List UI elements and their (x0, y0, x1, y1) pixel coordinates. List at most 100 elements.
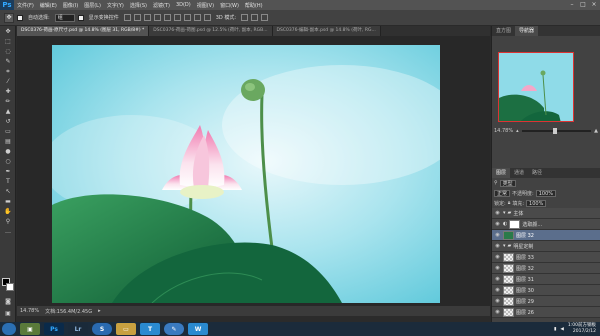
screen-mode-icon[interactable]: ▣ (2, 309, 14, 318)
eye-icon[interactable]: ◉ (494, 243, 501, 249)
layer-row[interactable]: ◉ ▾ ▰ 明星定制 (492, 241, 600, 252)
eraser-icon[interactable]: ▭ (2, 127, 14, 136)
history-brush-icon[interactable]: ↺ (2, 117, 14, 126)
brush-icon[interactable]: ✏ (2, 97, 14, 106)
tab-layers[interactable]: 图层 (492, 168, 511, 178)
layer-row[interactable]: ◉ 图层 31 (492, 274, 600, 285)
taskbar-folder-icon[interactable]: ▭ (116, 323, 136, 335)
auto-select-dropdown[interactable]: 组 (54, 13, 75, 22)
lotus-photo[interactable] (52, 45, 440, 303)
eye-icon[interactable]: ◉ (494, 210, 501, 216)
3d-roll-icon[interactable] (251, 14, 259, 21)
3d-rotate-icon[interactable] (241, 14, 249, 21)
shape-icon[interactable]: ▬ (2, 197, 14, 206)
3d-pan-icon[interactable] (261, 14, 269, 21)
eye-icon[interactable]: ◉ (494, 221, 501, 227)
pen-icon[interactable]: ✒ (2, 167, 14, 176)
doc-tab-2[interactable]: DSC0376-荷画-荷图.psd @ 12.5% (荷叶, 副本, RGB..… (149, 26, 273, 36)
menu-view[interactable]: 视图(V) (194, 2, 217, 9)
taskbar-lightroom[interactable]: Lr (68, 323, 88, 335)
clock[interactable]: 1:00前方钢板 2017/2/12 (568, 323, 596, 335)
menu-layer[interactable]: 图层(L) (81, 2, 104, 9)
nav-zoom-slider[interactable] (521, 128, 592, 134)
layer-row[interactable]: ◉ 图层 29 (492, 296, 600, 307)
doc-tab-3[interactable]: DSC0376-编辑-副本.psd @ 14.8% (荷叶, RG... (272, 26, 381, 36)
zoom-in-icon[interactable]: ▲ (594, 128, 598, 134)
layer-row[interactable]: ◉ ◐ 选取颜... (492, 219, 600, 230)
menu-type[interactable]: 文字(Y) (104, 2, 127, 9)
eye-icon[interactable]: ◉ (494, 298, 501, 304)
maximize-icon[interactable]: □ (579, 1, 587, 8)
eye-icon[interactable]: ◉ (494, 276, 501, 282)
layer-filter-dropdown[interactable]: 类型 (499, 179, 516, 187)
menu-window[interactable]: 窗口(W) (217, 2, 242, 9)
move-tool-icon[interactable]: ✥ (4, 12, 14, 23)
taskbar-app-t[interactable]: T (140, 323, 160, 335)
menu-filter[interactable]: 滤镜(T) (150, 2, 173, 9)
menu-select[interactable]: 选择(S) (127, 2, 150, 9)
menu-image[interactable]: 图像(I) (60, 2, 81, 9)
navigator-thumbnail[interactable] (498, 52, 574, 122)
close-icon[interactable]: × (590, 1, 598, 8)
eye-icon[interactable]: ◉ (494, 287, 501, 293)
zoom-icon[interactable]: ⚲ (2, 217, 14, 226)
taskbar-explorer-icon[interactable]: ▣ (20, 323, 40, 335)
eye-icon[interactable]: ◉ (494, 232, 501, 238)
align-top-icon[interactable] (123, 14, 131, 21)
minimize-icon[interactable]: – (568, 1, 576, 8)
eye-icon[interactable]: ◉ (494, 309, 501, 315)
more-tools-icon[interactable]: … (2, 227, 14, 236)
align-right-icon[interactable] (173, 14, 181, 21)
eye-icon[interactable]: ◉ (494, 265, 501, 271)
quick-mask-icon[interactable]: ◙ (2, 297, 14, 306)
tab-channels[interactable]: 通道 (510, 168, 528, 178)
tab-paths[interactable]: 路径 (528, 168, 546, 178)
zoom-out-icon[interactable]: ▴ (516, 128, 519, 134)
menu-file[interactable]: 文件(F) (14, 2, 37, 9)
layer-row[interactable]: ◉ 图层 26 (492, 307, 600, 318)
status-arrow-icon[interactable]: ▸ (98, 308, 101, 314)
taskbar-app-s[interactable]: S (92, 323, 112, 335)
hand-icon[interactable]: ✋ (2, 207, 14, 216)
auto-select-checkbox[interactable] (17, 14, 23, 21)
distribute-2-icon[interactable] (193, 14, 201, 21)
path-select-icon[interactable]: ↖ (2, 187, 14, 196)
align-center-icon[interactable] (163, 14, 171, 21)
group-arrow-icon[interactable]: ▾ (503, 210, 506, 216)
type-icon[interactable]: T (2, 177, 14, 186)
status-zoom[interactable]: 14.78% (20, 308, 39, 314)
menu-edit[interactable]: 编辑(E) (37, 2, 60, 9)
tray-network-icon[interactable]: ▮ (554, 327, 556, 332)
distribute-3-icon[interactable] (203, 14, 211, 21)
nav-zoom-knob[interactable] (552, 128, 557, 134)
eyedropper-icon[interactable]: ⁄ (2, 77, 14, 86)
menu-3d[interactable]: 3D(D) (173, 2, 194, 8)
lasso-icon[interactable]: ◌ (2, 47, 14, 56)
healing-icon[interactable]: ✚ (2, 87, 14, 96)
blur-icon[interactable]: ● (2, 147, 14, 156)
taskbar-photoshop[interactable]: Ps (44, 323, 64, 335)
tray-volume-icon[interactable]: ◀ (560, 327, 563, 332)
marquee-icon[interactable]: ⬚ (2, 37, 14, 46)
move-icon[interactable]: ✥ (2, 27, 14, 36)
layer-row[interactable]: ◉ 图层 30 (492, 285, 600, 296)
doc-tab-1[interactable]: DSC0376-荷画-原尺寸.psd @ 14.8% (图层 31, RGB/8… (17, 26, 150, 36)
layer-row-selected[interactable]: ◉ 图层 32 (492, 230, 600, 241)
taskbar-pen-icon[interactable]: ✎ (164, 323, 184, 335)
fill-input[interactable]: 100% (526, 199, 547, 207)
quick-select-icon[interactable]: ✎ (2, 57, 14, 66)
taskbar-app-w[interactable]: W (188, 323, 208, 335)
nav-zoom-value[interactable]: 14.78% (494, 128, 513, 134)
group-arrow-icon[interactable]: ▾ (503, 243, 506, 249)
tab-navigator[interactable]: 导航器 (515, 26, 539, 36)
layer-row[interactable]: ◉ 图层 32 (492, 263, 600, 274)
align-middle-icon[interactable] (133, 14, 141, 21)
layer-row[interactable]: ◉ 图层 33 (492, 252, 600, 263)
start-button[interactable] (2, 323, 16, 335)
layer-row[interactable]: ◉ ▾ ▰ 主体 (492, 208, 600, 219)
gradient-icon[interactable]: ▤ (2, 137, 14, 146)
opacity-input[interactable]: 100% (535, 189, 556, 197)
align-left-icon[interactable] (153, 14, 161, 21)
distribute-icon[interactable] (183, 14, 191, 21)
dodge-icon[interactable]: ○ (2, 157, 14, 166)
